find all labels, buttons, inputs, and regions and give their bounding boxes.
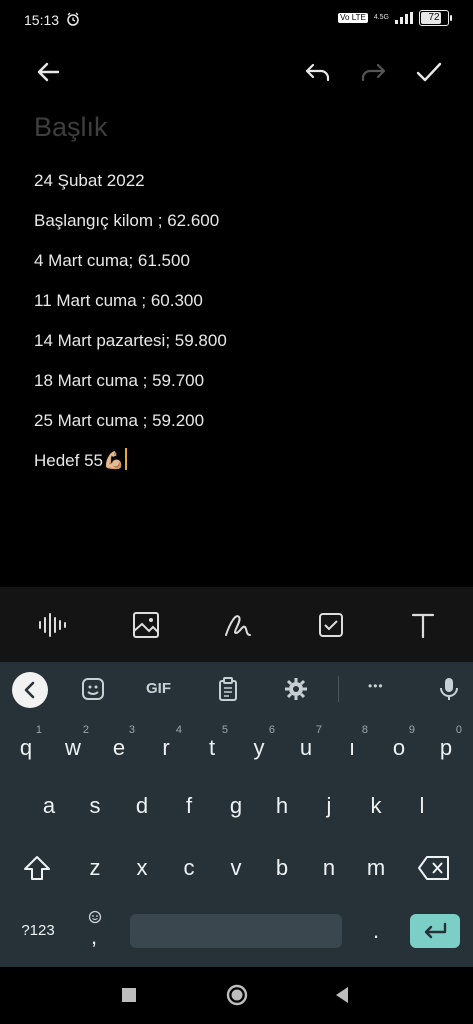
clipboard-icon[interactable] [215, 676, 241, 702]
key-w[interactable]: w2 [53, 724, 93, 771]
note-line: 24 Şubat 2022 [34, 171, 145, 190]
key-y[interactable]: y6 [239, 724, 279, 771]
home-button[interactable] [226, 984, 248, 1006]
undo-button[interactable] [302, 56, 334, 88]
back-nav-button[interactable] [334, 986, 350, 1004]
more-button[interactable]: ••• [368, 679, 384, 693]
battery-icon: 72 [419, 10, 452, 26]
key-r[interactable]: r4 [146, 724, 186, 771]
status-bar: 15:13 Vo LTE 4.5G 72 [0, 0, 473, 40]
note-line: 4 Mart cuma; 61.500 [34, 251, 190, 270]
key-g[interactable]: g [216, 783, 256, 829]
key-j[interactable]: j [309, 783, 349, 829]
key-dotless-i[interactable]: ı8 [332, 724, 372, 771]
key-b[interactable]: b [262, 845, 302, 891]
key-z[interactable]: z [75, 845, 115, 891]
note-toolbar [0, 48, 473, 96]
note-line-text: Hedef 55💪🏼 [34, 451, 125, 470]
scribble-icon[interactable] [222, 609, 254, 641]
note-body[interactable]: 24 Şubat 2022 Başlangıç kilom ; 62.600 4… [34, 168, 227, 488]
gear-icon[interactable] [283, 676, 309, 702]
note-line: Başlangıç kilom ; 62.600 [34, 211, 220, 230]
format-bar [0, 587, 473, 662]
keyboard-collapse-button[interactable] [12, 672, 48, 708]
key-o[interactable]: o9 [379, 724, 419, 771]
note-line-last: Hedef 55💪🏼 [34, 448, 227, 488]
arrow-left-icon [37, 62, 60, 82]
key-p[interactable]: p0 [426, 724, 466, 771]
emoji-comma-key[interactable]: , [75, 908, 115, 954]
key-n[interactable]: n [309, 845, 349, 891]
gif-button[interactable]: GIF [146, 680, 171, 697]
status-time: 15:13 [24, 12, 60, 28]
enter-key[interactable] [410, 914, 460, 948]
note-line: 18 Mart cuma ; 59.700 [34, 371, 205, 390]
key-v[interactable]: v [216, 845, 256, 891]
shift-icon [24, 856, 50, 880]
backspace-key[interactable] [414, 845, 454, 891]
key-d[interactable]: d [122, 783, 162, 829]
keyboard: GIF ••• q1 w2 e3 r4 t5 y6 u7 ı8 o9 p0 a … [0, 662, 473, 967]
text-caret [125, 448, 128, 470]
recents-button[interactable] [121, 987, 137, 1003]
key-l[interactable]: l [402, 783, 442, 829]
microphone-icon[interactable] [436, 676, 462, 702]
done-button[interactable] [413, 56, 445, 88]
key-k[interactable]: k [356, 783, 396, 829]
network-type: 4.5G [373, 14, 389, 21]
image-icon[interactable] [130, 609, 162, 641]
key-x[interactable]: x [122, 845, 162, 891]
space-key[interactable] [130, 914, 342, 948]
toolbar-divider [338, 676, 339, 702]
waveform-icon[interactable] [36, 609, 68, 641]
undo-icon [305, 63, 330, 82]
key-e[interactable]: e3 [99, 724, 139, 771]
redo-button[interactable] [357, 56, 389, 88]
key-a[interactable]: a [29, 783, 69, 829]
key-c[interactable]: c [169, 845, 209, 891]
shift-key[interactable] [17, 845, 57, 891]
symbols-key[interactable]: ?123 [12, 908, 64, 954]
key-q[interactable]: q1 [6, 724, 46, 771]
key-u[interactable]: u7 [286, 724, 326, 771]
checkbox-icon[interactable] [315, 609, 347, 641]
key-h[interactable]: h [262, 783, 302, 829]
comma-label: , [91, 924, 98, 949]
battery-level: 72 [428, 12, 440, 23]
text-format-icon[interactable] [407, 609, 439, 641]
back-button[interactable] [32, 56, 64, 88]
navigation-bar [0, 967, 473, 1024]
note-line: 11 Mart cuma ; 60.300 [34, 291, 203, 310]
note-title-input[interactable]: Başlık [34, 112, 108, 143]
key-s[interactable]: s [75, 783, 115, 829]
signal-icon [395, 12, 413, 24]
backspace-icon [418, 856, 449, 880]
key-t[interactable]: t5 [192, 724, 232, 771]
note-line: 14 Mart pazartesi; 59.800 [34, 331, 227, 350]
alarm-icon [67, 12, 79, 26]
note-line: 25 Mart cuma ; 59.200 [34, 411, 205, 430]
keyboard-toolbar: GIF ••• [0, 662, 473, 716]
volte-badge: Vo LTE [338, 13, 368, 23]
redo-icon [361, 63, 386, 82]
key-m[interactable]: m [356, 845, 396, 891]
key-f[interactable]: f [169, 783, 209, 829]
enter-icon [424, 922, 447, 939]
check-icon [416, 62, 442, 82]
period-key[interactable]: . [356, 908, 396, 954]
sticker-icon[interactable] [80, 676, 106, 702]
chevron-left-icon [24, 681, 35, 699]
